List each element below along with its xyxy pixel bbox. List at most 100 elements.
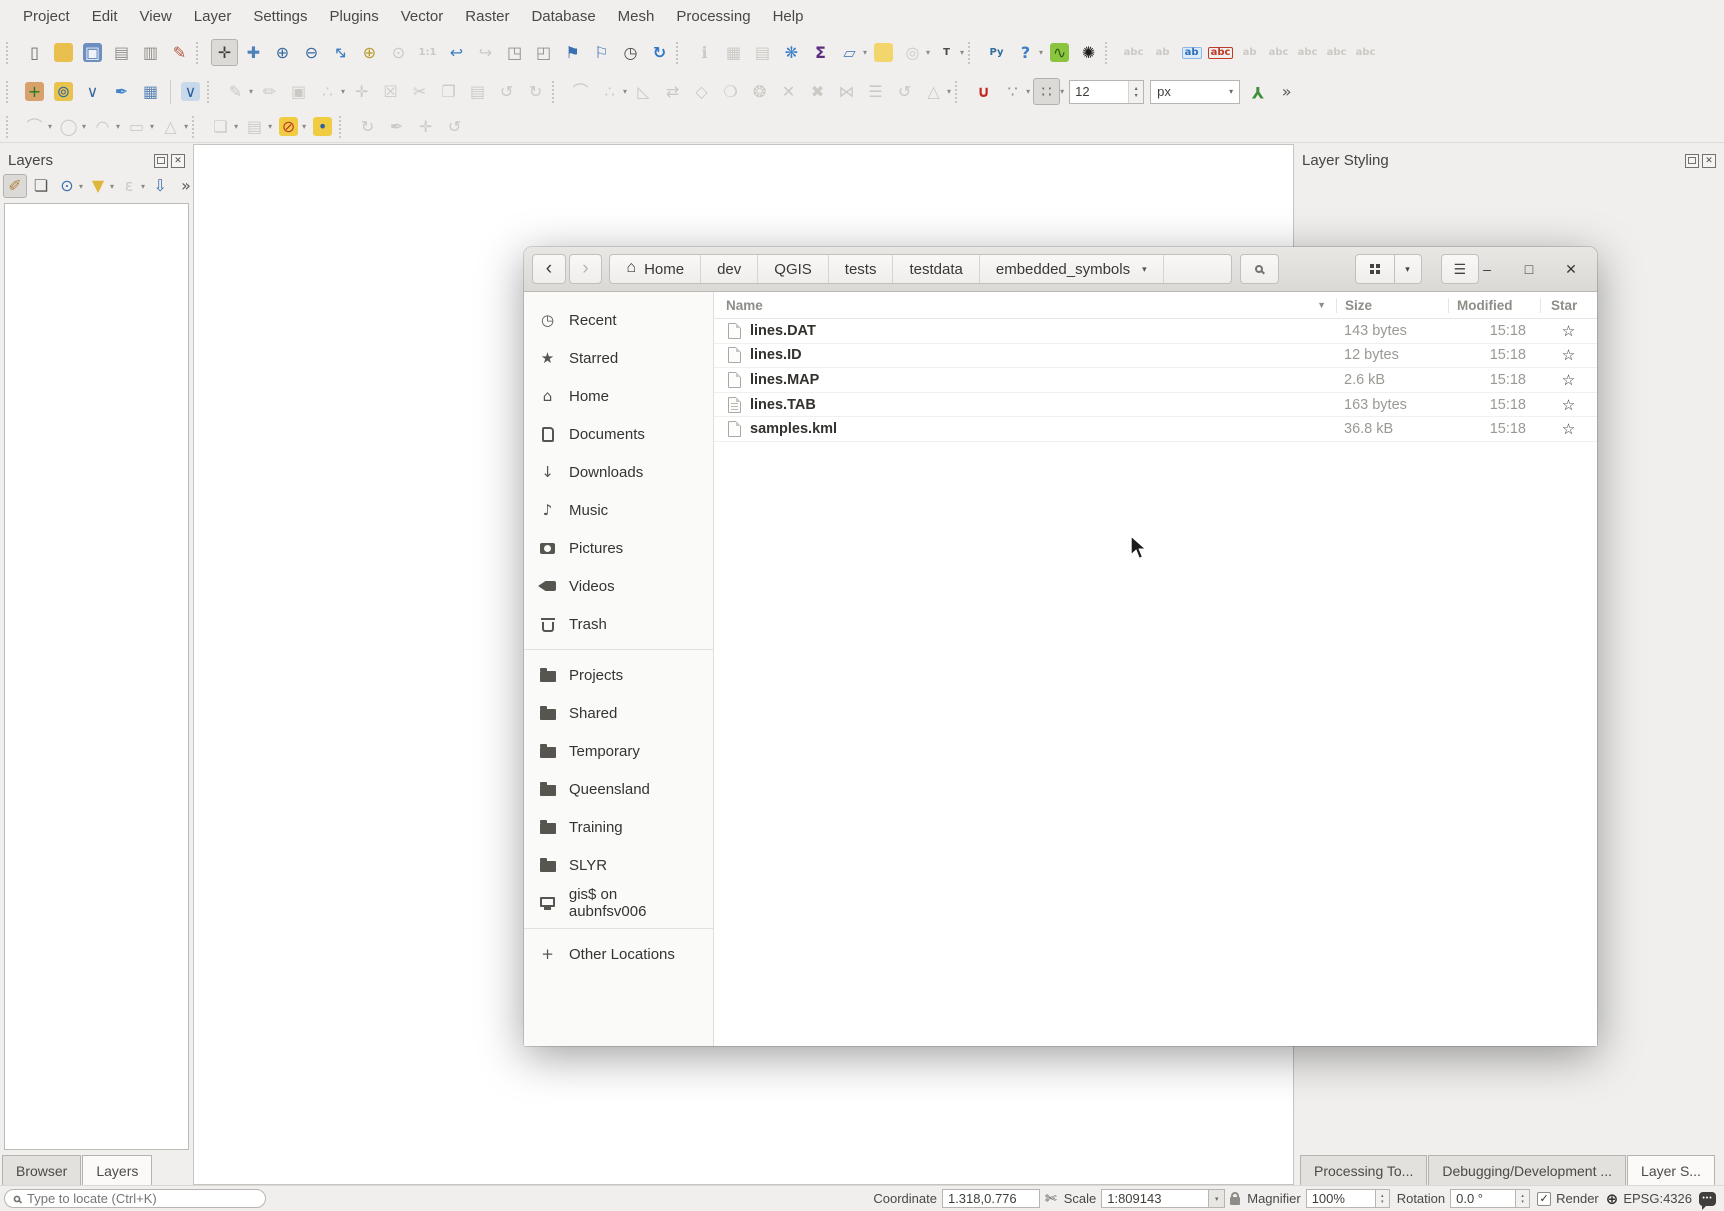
collapse-all-button[interactable]: ⇩ [148, 174, 172, 198]
snapping-unit-combo[interactable]: px▾ [1150, 80, 1240, 104]
paste-features-button[interactable]: ▤ [464, 78, 491, 105]
rotate-label-button[interactable]: abc [1323, 39, 1350, 66]
layer-labeling-options-button[interactable]: abc [1120, 39, 1147, 66]
open-project-button[interactable] [50, 39, 77, 66]
select-all-features-button[interactable]: • [309, 113, 336, 140]
tab-browser[interactable]: Browser [2, 1155, 81, 1185]
sidebar-item-starred[interactable]: ★Starred [524, 339, 713, 377]
toggle-editing-button[interactable]: ✏ [256, 78, 283, 105]
rotation-spinner[interactable]: ▴▾ [1516, 1189, 1530, 1208]
split-parts-button[interactable]: ◇ [688, 78, 715, 105]
zoom-next-button[interactable]: ↪ [472, 39, 499, 66]
help-contents-button[interactable]: ? [1012, 39, 1039, 66]
breadcrumb-tests[interactable]: tests [829, 255, 894, 283]
move-label-button[interactable]: abc [1294, 39, 1321, 66]
crs-widget[interactable]: ⊕ EPSG:4326 [1606, 1190, 1692, 1208]
tab-debugging-development-[interactable]: Debugging/Development ... [1428, 1155, 1626, 1185]
zoom-to-layer-button[interactable]: ⊕ [356, 39, 383, 66]
sidebar-item-music[interactable]: ♪Music [524, 491, 713, 529]
breadcrumb-qgis[interactable]: QGIS [758, 255, 829, 283]
spinner-icons[interactable]: ▴▾ [1128, 81, 1143, 103]
add-ring-button[interactable]: ❂ [746, 78, 773, 105]
rotation-input[interactable] [1450, 1189, 1516, 1208]
table-row[interactable]: lines.TAB163 bytes15:18☆ [714, 393, 1597, 418]
locator-box[interactable] [4, 1189, 266, 1208]
delete-part-button[interactable]: ✖ [804, 78, 831, 105]
breadcrumb-dev[interactable]: dev [701, 255, 758, 283]
fill-ring-button[interactable]: ❍ [717, 78, 744, 105]
save-project-button[interactable]: ▣ [79, 39, 106, 66]
add-regular-polygon-button[interactable]: △ [157, 113, 184, 140]
refresh-map-button[interactable]: ↻ [646, 39, 673, 66]
select-by-value-button[interactable]: ▤ [241, 113, 268, 140]
add-ellipse-button[interactable]: ◠ [89, 113, 116, 140]
redo-button[interactable]: ↻ [522, 78, 549, 105]
rotate-label-tool-button[interactable]: ↺ [441, 113, 468, 140]
add-group-button[interactable]: ❏ [29, 174, 53, 198]
highlight-pinned-labels-button[interactable]: ab [1178, 39, 1205, 66]
offset-point-symbol-button[interactable]: ✒ [383, 113, 410, 140]
minimize-button[interactable]: – [1479, 261, 1495, 277]
processing-toolbox-button[interactable]: ❋ [778, 39, 805, 66]
table-row[interactable]: lines.MAP2.6 kB15:18☆ [714, 368, 1597, 393]
rotate-point-symbols-button[interactable]: ↻ [354, 113, 381, 140]
new-map-view-button[interactable]: ◰ [530, 39, 557, 66]
open-attribute-table-button[interactable]: ▦ [720, 39, 747, 66]
table-row[interactable]: samples.kml36.8 kB15:18☆ [714, 417, 1597, 442]
temporal-controller-button[interactable]: ◷ [617, 39, 644, 66]
show-spatial-bookmarks-button[interactable]: ⚐ [588, 39, 615, 66]
report-bug-button[interactable]: ✺ [1075, 39, 1102, 66]
star-icon[interactable]: ☆ [1540, 371, 1597, 389]
menu-help[interactable]: Help [762, 3, 815, 30]
sidebar-item-queensland[interactable]: Queensland [524, 770, 713, 808]
layers-tree-area[interactable] [4, 203, 189, 1150]
layers-panel-float-icon[interactable] [154, 154, 168, 168]
filter-legend-button[interactable]: ▼ [86, 174, 110, 198]
vertex-tool-button[interactable]: ∵ [999, 78, 1026, 105]
pan-to-selection-button[interactable]: ✚ [240, 39, 267, 66]
new-project-button[interactable]: ▯ [21, 39, 48, 66]
breadcrumb-home[interactable]: ⌂Home [610, 255, 701, 283]
menu-vector[interactable]: Vector [390, 3, 455, 30]
zoom-in-button[interactable]: ⊕ [269, 39, 296, 66]
change-label-properties-button[interactable]: abc [1352, 39, 1379, 66]
tab-layer-s-[interactable]: Layer S... [1627, 1155, 1715, 1185]
measure-line-button[interactable]: ▱ [836, 39, 863, 66]
enable-snapping-button[interactable]: ∪ [970, 78, 997, 105]
zoom-native-resolution-button[interactable]: 1:1 [414, 39, 441, 66]
add-vector-layer-button[interactable]: + [21, 78, 48, 105]
show-hide-labels-button[interactable]: abc [1207, 39, 1234, 66]
menu-settings[interactable]: Settings [242, 3, 318, 30]
render-checkbox[interactable] [1537, 1192, 1551, 1206]
coordinate-input[interactable] [942, 1189, 1040, 1208]
new-print-layout-button[interactable]: ▤ [108, 39, 135, 66]
layer-diagram-options-button[interactable]: ab [1149, 39, 1176, 66]
manage-map-themes-button[interactable]: ⊙ [55, 174, 79, 198]
styling-panel-close-icon[interactable] [1702, 154, 1716, 168]
snapping-type-button[interactable]: ∷ [1033, 78, 1060, 105]
magnifier-input[interactable] [1306, 1189, 1376, 1208]
show-unplaced-labels-button[interactable]: abc [1265, 39, 1292, 66]
sidebar-item-projects[interactable]: Projects [524, 656, 713, 694]
sidebar-item-pictures[interactable]: Pictures [524, 529, 713, 567]
profiler-button[interactable]: ∿ [1046, 39, 1073, 66]
identify-features-button[interactable]: ℹ [691, 39, 718, 66]
zoom-out-button[interactable]: ⊖ [298, 39, 325, 66]
menu-edit[interactable]: Edit [81, 3, 129, 30]
add-circle-button[interactable]: ◯ [55, 113, 82, 140]
hamburger-menu-button[interactable]: ☰ [1441, 254, 1480, 284]
select-features-button[interactable]: ❏ [207, 113, 234, 140]
locator-input[interactable] [27, 1191, 257, 1206]
show-statistics-button[interactable]: Σ [807, 39, 834, 66]
star-icon[interactable]: ☆ [1540, 346, 1597, 364]
layout-manager-button[interactable]: ▥ [137, 39, 164, 66]
tab-processing-to-[interactable]: Processing To... [1300, 1155, 1427, 1185]
star-icon[interactable]: ☆ [1540, 420, 1597, 438]
snapping-tolerance-input[interactable]: ▴▾ [1069, 80, 1144, 104]
text-annotation-button[interactable]: T [933, 39, 960, 66]
menu-raster[interactable]: Raster [454, 3, 520, 30]
merge-feature-attributes-button[interactable]: ☰ [862, 78, 889, 105]
add-circular-string-button[interactable]: ⌒ [21, 113, 48, 140]
digitize-with-segment-button[interactable]: ∴ [314, 78, 341, 105]
sidebar-item-temporary[interactable]: Temporary [524, 732, 713, 770]
